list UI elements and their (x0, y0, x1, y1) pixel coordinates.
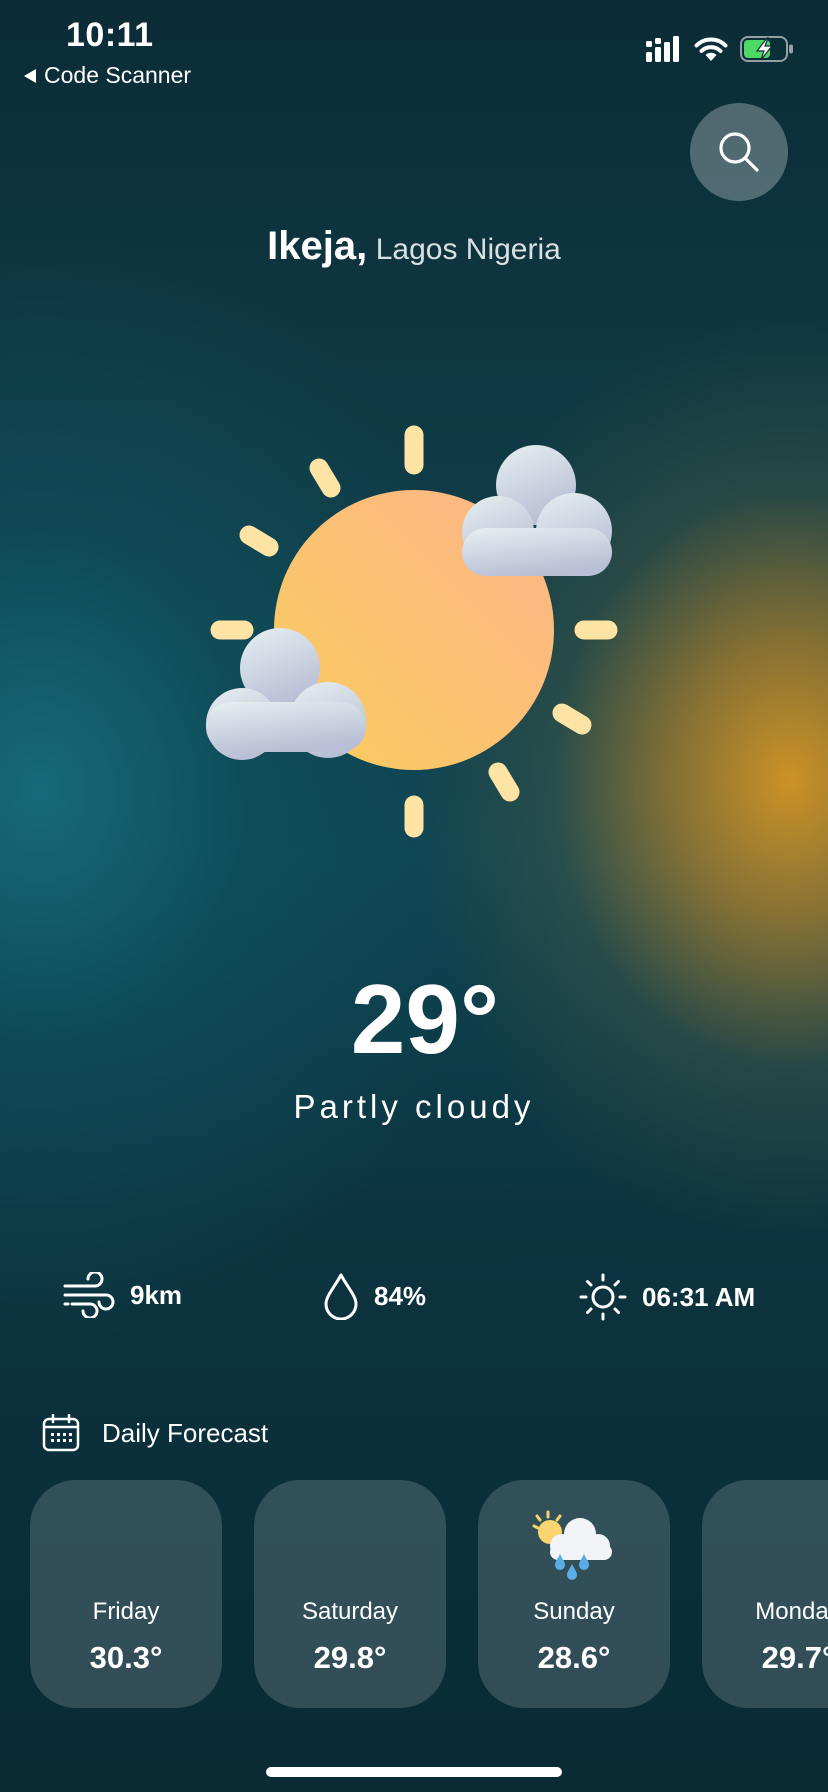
partly-cloudy-icon (206, 425, 618, 838)
forecast-day-temp: 28.6° (537, 1640, 611, 1675)
status-time: 10:11 (66, 16, 154, 54)
rain-sun-cloud-icon (532, 1510, 612, 1580)
forecast-card-monday[interactable]: Monday 29.7° (702, 1480, 828, 1708)
sunrise-value: 06:31 AM (642, 1281, 756, 1312)
status-icons (646, 36, 794, 62)
current-condition: Partly cloudy (293, 1088, 535, 1125)
current-temperature: 29° (350, 964, 500, 1074)
region-name: Lagos Nigeria (375, 233, 561, 266)
calendar-icon (42, 1414, 80, 1452)
sunrise-stat: 06:31 AM (578, 1272, 755, 1322)
city-name: Ikeja, (267, 224, 368, 268)
humidity-value: 84% (374, 1280, 427, 1311)
forecast-card-saturday[interactable]: Saturday 29.8° (254, 1480, 446, 1708)
wind-value: 9km (130, 1279, 183, 1310)
forecast-day-name: Monday (755, 1598, 828, 1625)
back-link-label: Code Scanner (44, 62, 192, 88)
back-triangle-icon (24, 68, 36, 83)
droplet-icon (324, 1273, 358, 1320)
battery-charging-icon (740, 36, 793, 62)
wind-stat: 9km (62, 1272, 182, 1318)
location-title: Ikeja, Lagos Nigeria (0, 224, 828, 269)
weather-screen: 10:11 Code Scanner Ikeja, Lagos Nigeria … (0, 0, 828, 1792)
forecast-card-friday[interactable]: Friday 30.3° (30, 1480, 222, 1708)
home-indicator[interactable] (266, 1767, 562, 1777)
cloud-shape-right (462, 445, 612, 576)
forecast-day-temp: 29.8° (313, 1640, 387, 1675)
forecast-card-sunday[interactable]: Sunday 28.6° (478, 1480, 670, 1708)
humidity-stat: 84% (322, 1272, 426, 1320)
sun-icon (579, 1273, 627, 1321)
back-to-code-scanner-link[interactable]: Code Scanner (24, 62, 191, 89)
forecast-day-temp: 30.3° (89, 1640, 163, 1675)
search-button[interactable] (690, 103, 788, 201)
cellular-signal-icon (646, 36, 679, 62)
forecast-day-name: Friday (92, 1598, 160, 1625)
daily-forecast-title: Daily Forecast (102, 1417, 269, 1448)
forecast-day-name: Saturday (301, 1598, 399, 1625)
forecast-day-temp: 29.7° (761, 1640, 828, 1675)
wifi-icon (694, 37, 728, 61)
daily-forecast-header: Daily Forecast (42, 1414, 268, 1452)
wind-icon (63, 1272, 115, 1318)
forecast-day-name: Sunday (533, 1598, 615, 1625)
search-icon (719, 132, 759, 172)
